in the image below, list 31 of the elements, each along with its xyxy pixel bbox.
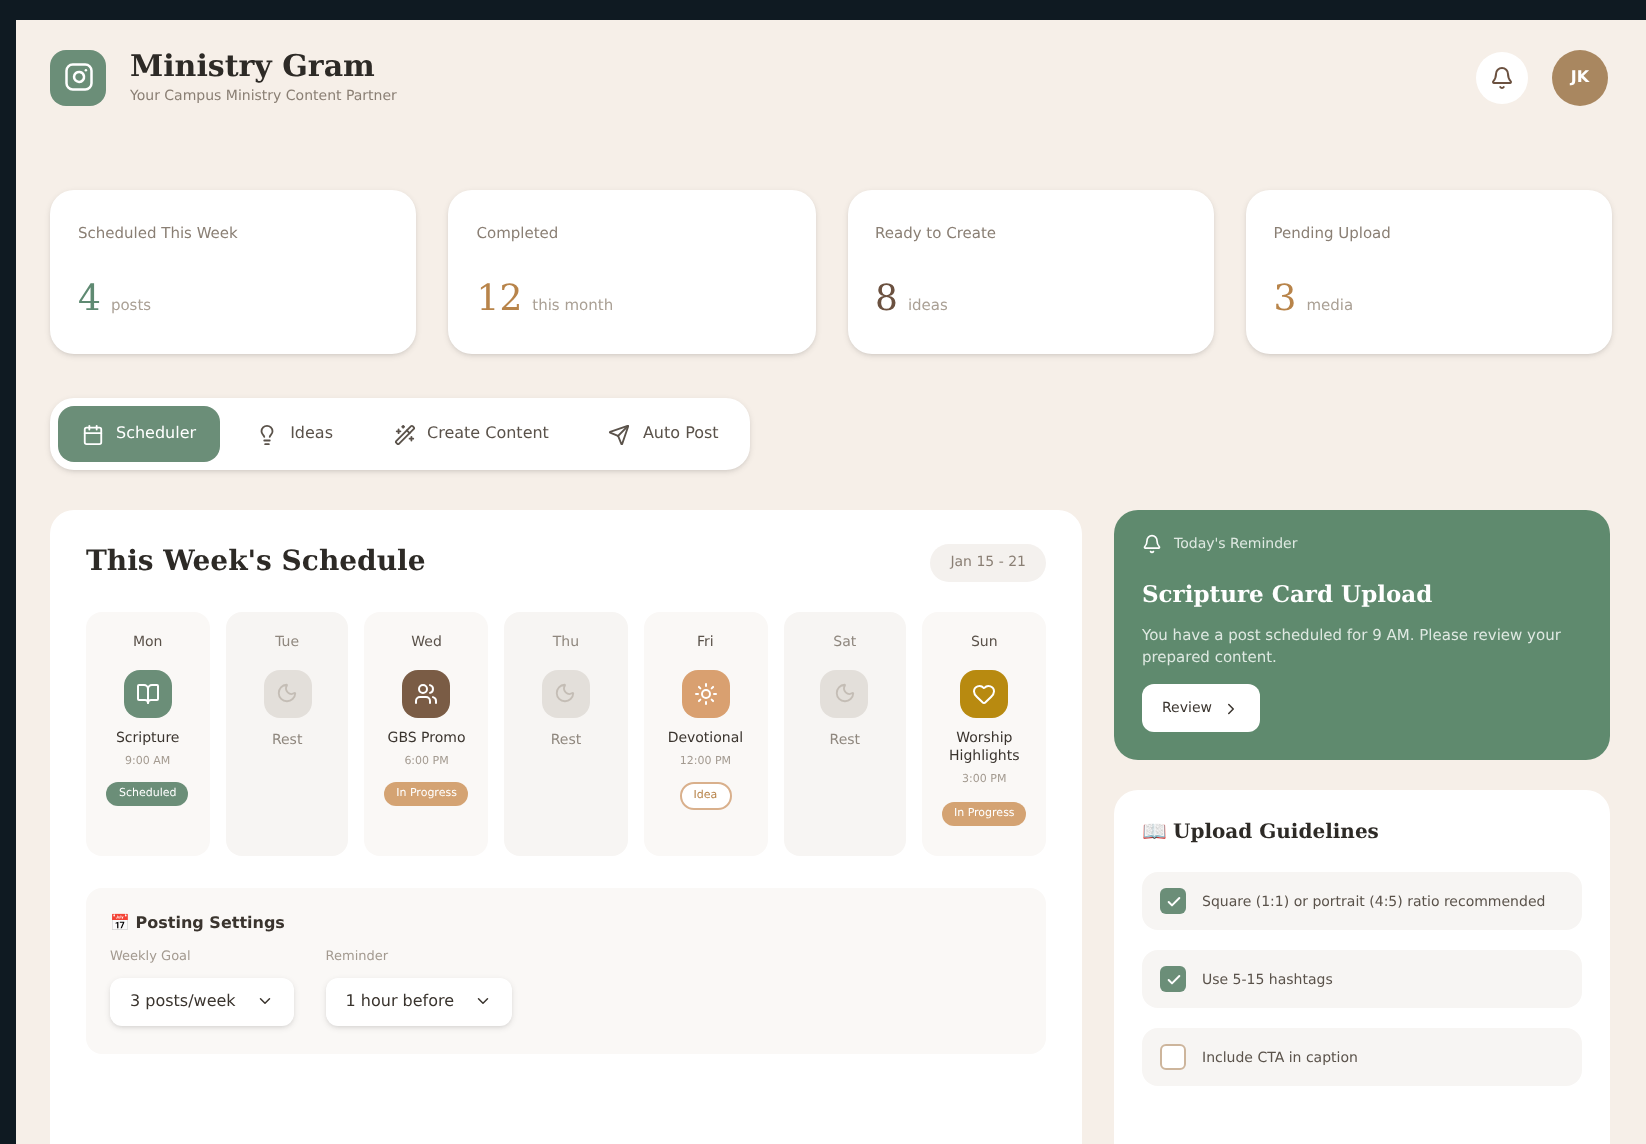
lightbulb-icon [256,423,279,445]
nav-tab[interactable]: Ideas [232,406,357,462]
nav-tab[interactable]: Create Content [369,406,573,462]
bell-icon [1142,534,1162,555]
checkbox[interactable] [1160,1044,1186,1071]
magic-wand-icon [393,423,415,445]
notification-icon [1490,65,1514,89]
empty-slot-icon [263,669,312,717]
logo-icon [50,49,106,105]
nav-tab[interactable]: Auto Post [584,406,743,462]
empty-slot-icon [820,669,869,717]
reminder-title: Scripture Card Upload [1142,577,1435,611]
checkbox[interactable] [1160,888,1186,915]
check-icon [1165,893,1181,910]
empty-slot-icon [541,669,590,717]
stat-value: 3 [1273,276,1297,325]
select-field[interactable]: 3 posts/week [110,977,294,1026]
notification-button[interactable] [1476,51,1528,103]
guidelines-title: 📖 Upload Guidelines [1142,820,1381,849]
select-field[interactable]: 1 hour before [325,977,513,1026]
schedule-title: This Week's Schedule [86,544,426,582]
calendar-icon [82,423,104,445]
app-title: Ministry Gram [130,47,377,86]
checkbox[interactable] [1160,966,1186,993]
nav-tab[interactable]: Scheduler [58,406,221,462]
stat-value: 8 [875,276,898,325]
send-icon [608,423,631,445]
stat-value: 12 [476,276,523,325]
settings-title: 📅 Posting Settings [110,912,287,936]
check-icon [1165,971,1181,988]
stat-value: 4 [78,276,101,325]
